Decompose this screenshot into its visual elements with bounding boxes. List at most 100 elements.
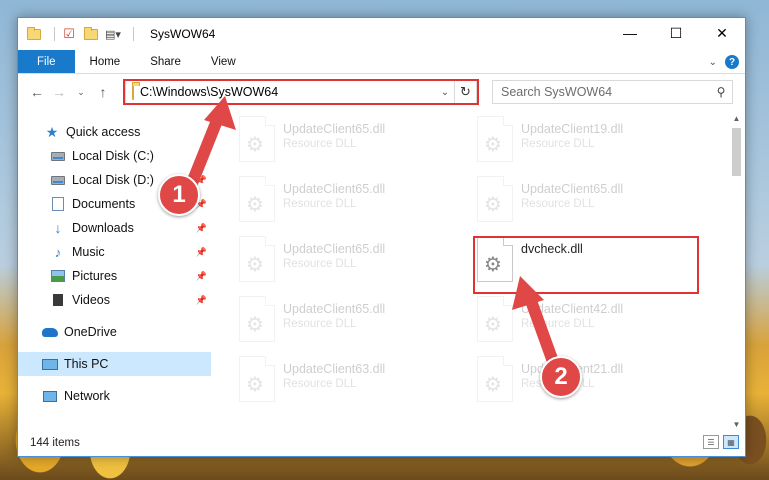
search-input[interactable] (501, 85, 710, 99)
sidebar-item-local-disk-c[interactable]: Local Disk (C:) (18, 144, 211, 168)
file-item[interactable]: ⚙ UpdateClient19.dll Resource DLL (477, 116, 707, 170)
dll-file-icon: ⚙ (477, 296, 513, 342)
cloud-icon (42, 324, 58, 340)
close-button[interactable]: ✕ (699, 18, 745, 48)
dll-file-icon: ⚙ (239, 176, 275, 222)
sidebar-item-videos[interactable]: Videos 📌 (18, 288, 211, 312)
title-bar: ☑ ▤▾ SysWOW64 — ☐ ✕ (18, 18, 745, 50)
tab-home[interactable]: Home (75, 50, 136, 73)
toolbar-divider (133, 27, 134, 41)
file-item[interactable]: ⚙ UpdateClient21.dllResource DLL (477, 356, 707, 410)
item-count: 144 items (30, 437, 80, 449)
sidebar-item-label: Network (64, 389, 110, 403)
sidebar-item-quick-access[interactable]: ★ Quick access (18, 120, 211, 144)
status-bar: 144 items ☰ ▦ (18, 430, 745, 456)
maximize-button[interactable]: ☐ (653, 18, 699, 48)
dll-file-icon: ⚙ (477, 356, 513, 402)
toolbar-divider (54, 27, 55, 41)
up-button[interactable]: ↑ (92, 81, 114, 103)
forward-button[interactable]: → (48, 81, 70, 103)
vertical-scrollbar[interactable]: ▲ ▼ (728, 110, 745, 432)
pin-icon: 📌 (195, 222, 207, 233)
sidebar-item-label: This PC (64, 357, 109, 371)
search-box[interactable]: ⚲ (492, 80, 733, 104)
sidebar-item-label: Pictures (72, 269, 118, 283)
file-item[interactable]: ⚙ UpdateClient65.dll Resource DLL (239, 236, 469, 290)
sidebar-item-pictures[interactable]: Pictures 📌 (18, 264, 211, 288)
tab-view[interactable]: View (196, 50, 251, 73)
file-item[interactable]: ⚙ UpdateClient65.dll Resource DLL (239, 176, 469, 230)
sidebar-item-onedrive[interactable]: OneDrive (18, 320, 211, 344)
file-name: UpdateClient65.dll (283, 122, 386, 136)
dll-file-icon: ⚙ (477, 116, 513, 162)
folder-icon (132, 84, 134, 100)
file-name: UpdateClient42.dll (521, 302, 624, 316)
file-name: UpdateClient63.dll (283, 362, 386, 376)
file-type: Resource DLL (283, 318, 357, 330)
sidebar-item-label: Videos (72, 293, 110, 307)
minimize-button[interactable]: — (607, 18, 653, 48)
tab-file[interactable]: File (18, 50, 75, 73)
sidebar-item-label: Documents (72, 197, 136, 211)
dll-file-icon: ⚙ (239, 236, 275, 282)
dll-file-icon: ⚙ (239, 356, 275, 402)
address-dropdown-icon[interactable]: ⌄ (436, 87, 454, 98)
file-explorer-window: ☑ ▤▾ SysWOW64 — ☐ ✕ File Home Share View… (17, 17, 746, 457)
file-item[interactable]: ⚙ UpdateClient42.dll Resource DLL (477, 296, 707, 350)
pin-icon: 📌 (195, 246, 207, 257)
dll-file-icon: ⚙ (477, 176, 513, 222)
file-name: UpdateClient65.dll (283, 242, 386, 256)
details-view-icon[interactable]: ☰ (703, 435, 719, 449)
sidebar-item-label: Downloads (72, 221, 134, 235)
expand-ribbon-icon[interactable]: ⌄ (709, 57, 717, 68)
window-title: SysWOW64 (150, 27, 216, 41)
sidebar-item-label: Quick access (66, 125, 141, 139)
file-type: Resource DLL (283, 198, 357, 210)
file-item[interactable]: ⚙ UpdateClient65.dll Resource DLL (239, 296, 469, 350)
file-item[interactable]: ⚙ UpdateClient63.dll Resource DLL (239, 356, 469, 410)
customize-quick-access-icon[interactable]: ▤▾ (105, 26, 121, 42)
file-type: Resource DLL (283, 258, 357, 270)
refresh-button[interactable]: ↻ (454, 81, 476, 103)
navigation-bar: ← → ⌄ ↑ C:\Windows\SysWOW64 ⌄ ↻ ⚲ (18, 74, 745, 110)
scroll-up-icon[interactable]: ▲ (728, 110, 745, 126)
file-name: UpdateClient19.dll (521, 122, 624, 136)
sidebar-item-label: Music (72, 245, 105, 259)
sidebar-item-network[interactable]: Network (18, 384, 211, 408)
file-item[interactable]: ⚙ UpdateClient65.dll Resource DLL (239, 116, 469, 170)
file-name: UpdateClient65.dll (283, 182, 386, 196)
pin-icon: 📌 (195, 294, 207, 305)
network-icon (42, 388, 58, 404)
address-path[interactable]: C:\Windows\SysWOW64 (140, 85, 436, 99)
search-icon[interactable]: ⚲ (710, 85, 732, 99)
star-icon: ★ (45, 123, 59, 140)
scrollbar-thumb[interactable] (732, 128, 741, 176)
sidebar-item-label: Local Disk (D:) (72, 173, 154, 187)
file-type: Resource DLL (283, 378, 357, 390)
ribbon-tabs: File Home Share View ⌄ ? (18, 50, 745, 74)
tab-share[interactable]: Share (135, 50, 196, 73)
callout-step2: 2 (540, 356, 582, 398)
address-bar[interactable]: C:\Windows\SysWOW64 ⌄ ↻ (125, 80, 477, 104)
callout-step1: 1 (158, 174, 200, 216)
file-item[interactable]: ⚙ UpdateClient65.dll Resource DLL (477, 176, 707, 230)
large-icons-view-icon[interactable]: ▦ (723, 435, 739, 449)
file-item-dvcheck[interactable]: ⚙ dvcheck.dll (477, 236, 707, 290)
sidebar-item-music[interactable]: ♪ Music 📌 (18, 240, 211, 264)
file-type: Resource DLL (521, 138, 595, 150)
file-list: ⚙ UpdateClient65.dll Resource DLL ⚙ Updat… (211, 110, 745, 432)
properties-icon[interactable]: ☑ (61, 26, 77, 42)
back-button[interactable]: ← (26, 81, 48, 103)
sidebar-item-downloads[interactable]: ↓ Downloads 📌 (18, 216, 211, 240)
sidebar-item-this-pc[interactable]: This PC (18, 352, 211, 376)
recent-locations-button[interactable]: ⌄ (70, 81, 92, 103)
computer-icon (42, 356, 58, 372)
download-icon: ↓ (54, 220, 62, 236)
file-name: UpdateClient65.dll (521, 182, 624, 196)
help-icon[interactable]: ? (725, 55, 739, 69)
folder-icon (26, 26, 42, 42)
new-folder-icon[interactable] (83, 26, 99, 42)
navigation-pane: ★ Quick access Local Disk (C:) Local Dis… (18, 110, 211, 432)
file-type: Resource DLL (521, 318, 595, 330)
file-name: UpdateClient65.dll (283, 302, 386, 316)
